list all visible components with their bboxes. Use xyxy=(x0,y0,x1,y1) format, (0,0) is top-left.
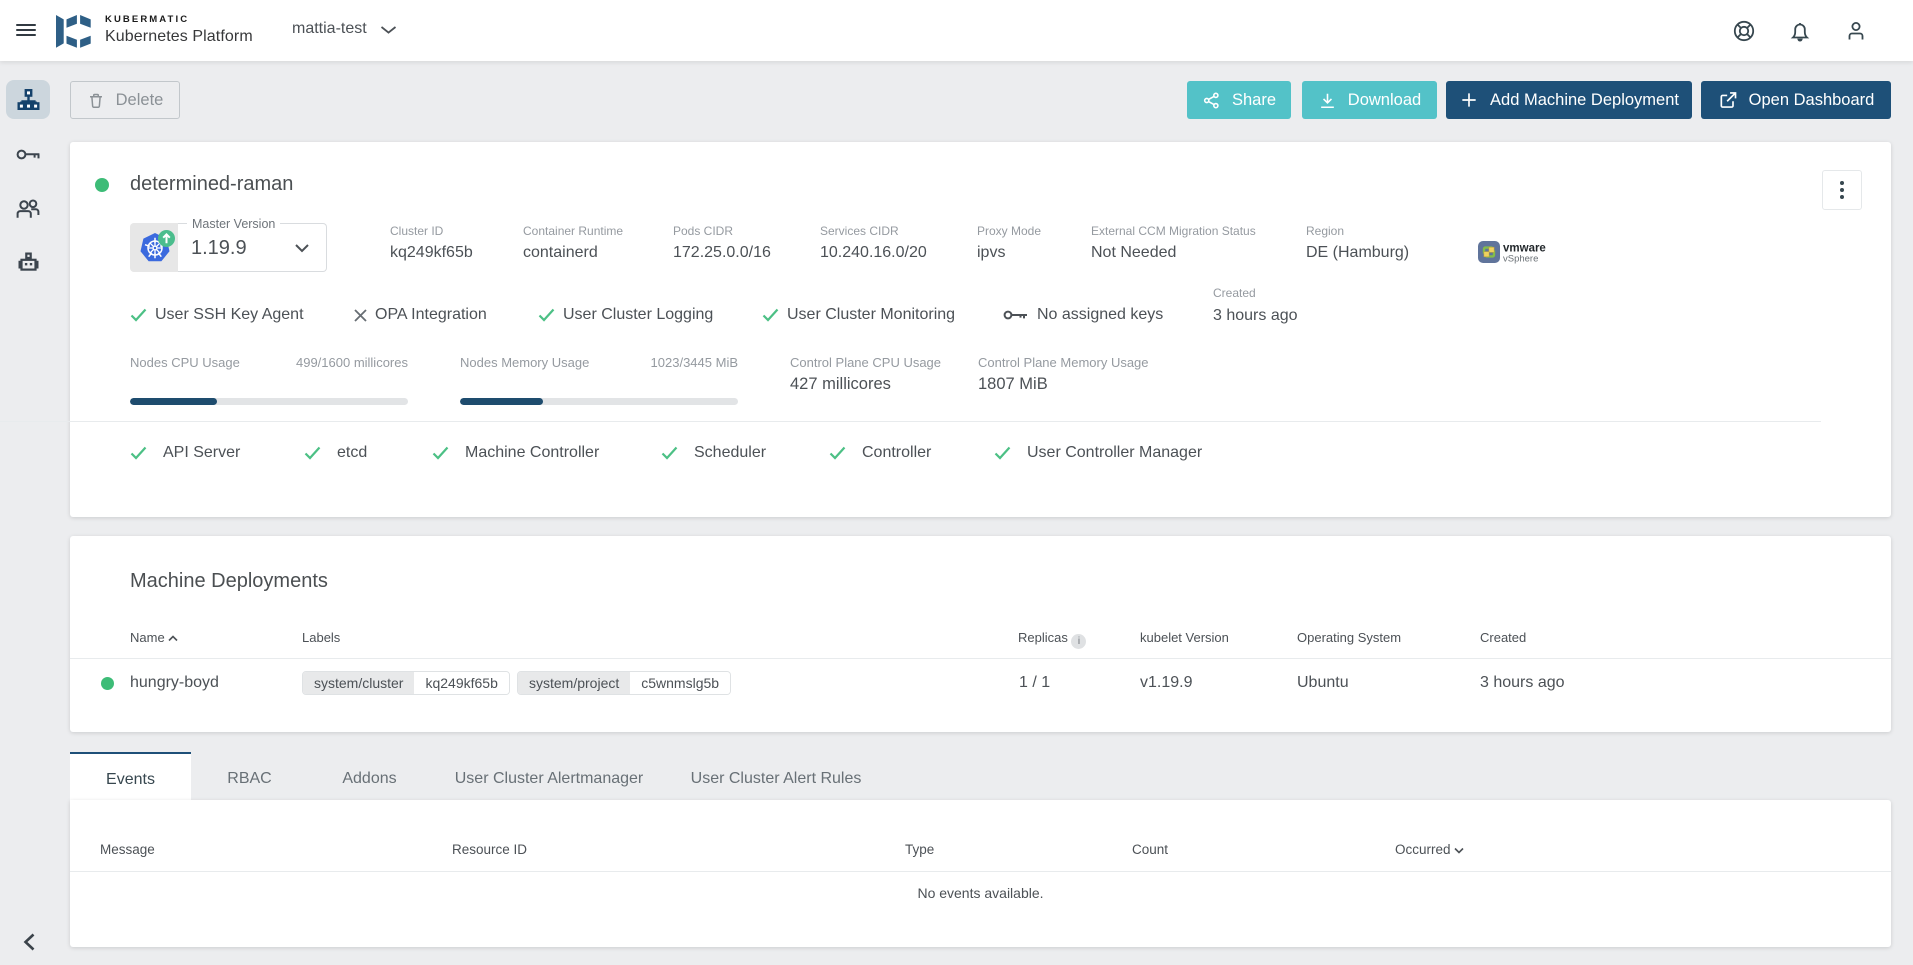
svg-text:vSphere: vSphere xyxy=(1503,254,1538,265)
